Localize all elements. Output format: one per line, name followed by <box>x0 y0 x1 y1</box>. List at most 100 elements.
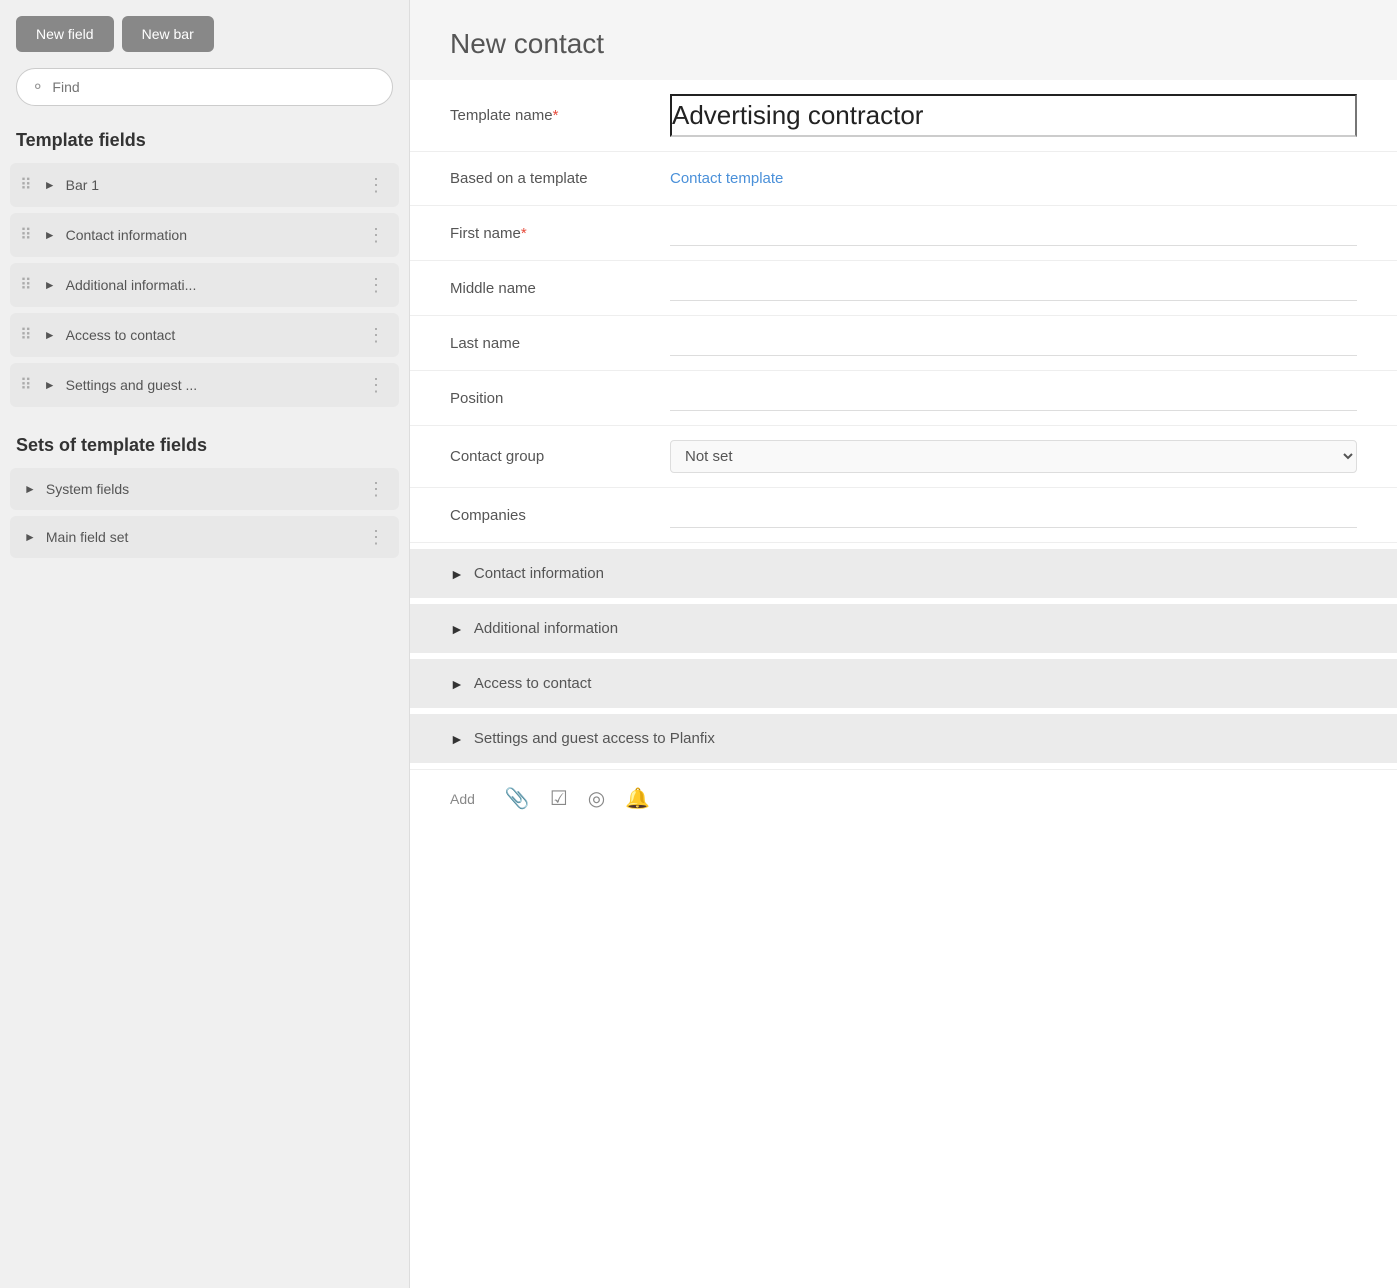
last-name-row: Last name <box>410 316 1397 371</box>
drag-handle-icon: ⠿ <box>20 275 32 295</box>
more-options-icon[interactable]: ⋮ <box>363 376 389 394</box>
template-name-label: Template name* <box>450 107 670 124</box>
field-item-label: Contact information <box>66 227 357 243</box>
expand-icon[interactable]: ► <box>40 178 60 192</box>
expand-icon[interactable]: ► <box>40 328 60 342</box>
search-bar-container: ⚬ <box>0 68 409 122</box>
expand-icon[interactable]: ► <box>40 228 60 242</box>
first-name-row: First name* <box>410 206 1397 261</box>
new-field-button[interactable]: New field <box>16 16 114 52</box>
section-expand-icon: ► <box>450 621 464 637</box>
access-header[interactable]: ► Access to contact <box>410 659 1397 708</box>
first-name-value <box>670 220 1357 246</box>
last-name-value <box>670 330 1357 356</box>
right-panel: New contact Template name* Based on a te… <box>410 0 1397 1288</box>
position-input[interactable] <box>670 385 1357 411</box>
contact-group-row: Contact group Not set <box>410 426 1397 488</box>
list-item[interactable]: ⠿ ► Additional informati... ⋮ <box>10 263 399 307</box>
more-options-icon[interactable]: ⋮ <box>363 480 389 498</box>
drag-handle-icon: ⠿ <box>20 375 32 395</box>
template-fields-list: ⠿ ► Bar 1 ⋮ ⠿ ► Contact information ⋮ ⠿ … <box>0 163 409 407</box>
toolbar: New field New bar <box>0 0 409 68</box>
add-label: Add <box>450 791 475 807</box>
required-indicator: * <box>521 225 527 242</box>
section-label: Access to contact <box>474 675 592 692</box>
middle-name-input[interactable] <box>670 275 1357 301</box>
last-name-input[interactable] <box>670 330 1357 356</box>
set-item-label: Main field set <box>46 529 357 545</box>
based-on-label: Based on a template <box>450 170 670 187</box>
form-area: Template name* Based on a template Conta… <box>410 80 1397 1288</box>
search-icon: ⚬ <box>31 77 44 97</box>
section-label: Additional information <box>474 620 618 637</box>
middle-name-row: Middle name <box>410 261 1397 316</box>
set-item-label: System fields <box>46 481 357 497</box>
based-on-value: Contact template <box>670 170 1357 187</box>
search-input[interactable] <box>52 79 378 95</box>
checklist-icon[interactable]: ☑ <box>550 786 568 811</box>
more-options-icon[interactable]: ⋮ <box>363 176 389 194</box>
contact-info-section: ► Contact information <box>410 549 1397 598</box>
attachment-icon[interactable]: 📎 <box>505 786 530 811</box>
companies-input[interactable] <box>670 502 1357 528</box>
field-item-label: Settings and guest ... <box>66 377 357 393</box>
settings-section: ► Settings and guest access to Planfix <box>410 714 1397 763</box>
first-name-label: First name* <box>450 225 670 242</box>
expand-icon[interactable]: ► <box>40 278 60 292</box>
template-name-input[interactable] <box>670 94 1357 137</box>
additional-info-header[interactable]: ► Additional information <box>410 604 1397 653</box>
list-item[interactable]: ⠿ ► Access to contact ⋮ <box>10 313 399 357</box>
drag-handle-icon: ⠿ <box>20 225 32 245</box>
timer-icon[interactable]: ◎ <box>588 786 605 811</box>
more-options-icon[interactable]: ⋮ <box>363 528 389 546</box>
notification-icon[interactable]: 🔔 <box>625 786 650 811</box>
drag-handle-icon: ⠿ <box>20 325 32 345</box>
expand-icon[interactable]: ► <box>40 378 60 392</box>
based-on-link[interactable]: Contact template <box>670 170 783 187</box>
position-value <box>670 385 1357 411</box>
search-input-wrap: ⚬ <box>16 68 393 106</box>
contact-group-value: Not set <box>670 440 1357 473</box>
section-expand-icon: ► <box>450 731 464 747</box>
new-bar-button[interactable]: New bar <box>122 16 214 52</box>
settings-header[interactable]: ► Settings and guest access to Planfix <box>410 714 1397 763</box>
page-title: New contact <box>450 28 1357 60</box>
section-expand-icon: ► <box>450 566 464 582</box>
contact-info-header[interactable]: ► Contact information <box>410 549 1397 598</box>
list-item[interactable]: ► Main field set ⋮ <box>10 516 399 558</box>
sets-list: ► System fields ⋮ ► Main field set ⋮ <box>0 468 409 558</box>
field-item-label: Additional informati... <box>66 277 357 293</box>
more-options-icon[interactable]: ⋮ <box>363 226 389 244</box>
section-expand-icon: ► <box>450 676 464 692</box>
section-label: Contact information <box>474 565 604 582</box>
based-on-row: Based on a template Contact template <box>410 152 1397 206</box>
expand-icon[interactable]: ► <box>20 530 40 544</box>
list-item[interactable]: ⠿ ► Settings and guest ... ⋮ <box>10 363 399 407</box>
middle-name-value <box>670 275 1357 301</box>
additional-info-section: ► Additional information <box>410 604 1397 653</box>
contact-group-label: Contact group <box>450 448 670 465</box>
companies-value <box>670 502 1357 528</box>
last-name-label: Last name <box>450 335 670 352</box>
list-item[interactable]: ► System fields ⋮ <box>10 468 399 510</box>
companies-row: Companies <box>410 488 1397 543</box>
position-label: Position <box>450 390 670 407</box>
more-options-icon[interactable]: ⋮ <box>363 276 389 294</box>
template-name-value <box>670 94 1357 137</box>
drag-handle-icon: ⠿ <box>20 175 32 195</box>
more-options-icon[interactable]: ⋮ <box>363 326 389 344</box>
list-item[interactable]: ⠿ ► Bar 1 ⋮ <box>10 163 399 207</box>
list-item[interactable]: ⠿ ► Contact information ⋮ <box>10 213 399 257</box>
required-indicator: * <box>553 107 559 124</box>
section-label: Settings and guest access to Planfix <box>474 730 715 747</box>
template-fields-title: Template fields <box>0 122 409 163</box>
left-panel: New field New bar ⚬ Template fields ⠿ ► … <box>0 0 410 1288</box>
position-row: Position <box>410 371 1397 426</box>
companies-label: Companies <box>450 507 670 524</box>
contact-group-select[interactable]: Not set <box>670 440 1357 473</box>
access-section: ► Access to contact <box>410 659 1397 708</box>
first-name-input[interactable] <box>670 220 1357 246</box>
sets-title: Sets of template fields <box>0 427 409 468</box>
form-footer: Add 📎 ☑ ◎ 🔔 <box>410 769 1397 827</box>
expand-icon[interactable]: ► <box>20 482 40 496</box>
